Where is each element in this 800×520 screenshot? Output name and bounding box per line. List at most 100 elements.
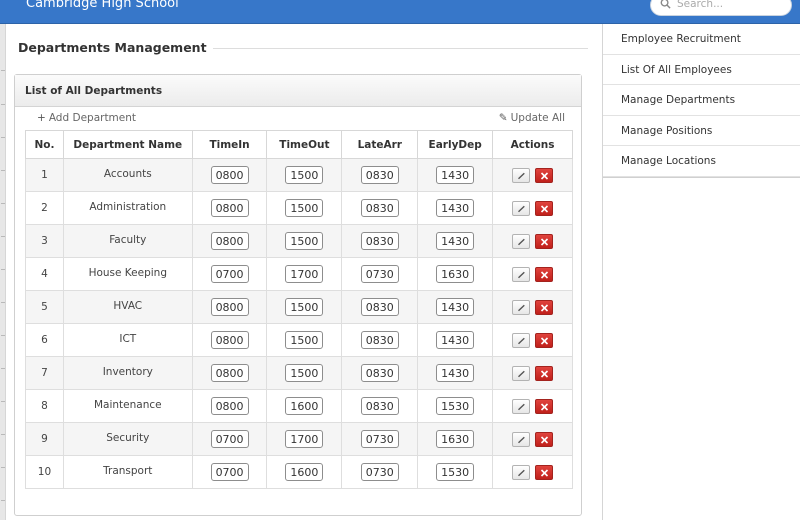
delete-button[interactable]: [535, 365, 554, 381]
pencil-icon: [517, 469, 525, 476]
column-header-timeout[interactable]: TimeOut: [266, 130, 343, 159]
earlydep-input[interactable]: [436, 430, 475, 448]
timeout-input[interactable]: [285, 331, 324, 349]
table-row: 5 HVAC: [25, 290, 573, 324]
timein-input[interactable]: [210, 298, 249, 316]
delete-button[interactable]: [535, 167, 554, 183]
table-row: 9 Security: [25, 422, 573, 456]
edit-button[interactable]: [511, 299, 530, 315]
pencil-icon: [517, 403, 525, 410]
edit-button[interactable]: [511, 266, 530, 282]
brand-title[interactable]: Cambridge High School: [26, 0, 179, 11]
table-row: 1 Accounts: [25, 158, 573, 192]
timein-cell: [191, 422, 268, 456]
timeout-input[interactable]: [285, 364, 324, 382]
latearr-input[interactable]: [360, 232, 399, 250]
delete-button[interactable]: [535, 431, 554, 447]
earlydep-input[interactable]: [436, 166, 475, 184]
timeout-input[interactable]: [285, 199, 324, 217]
delete-button[interactable]: [535, 332, 554, 348]
latearr-input[interactable]: [360, 199, 399, 217]
update-all-button[interactable]: ✎ Update All: [499, 112, 565, 124]
close-icon: [541, 270, 549, 279]
latearr-input[interactable]: [360, 331, 399, 349]
timeout-input[interactable]: [285, 232, 324, 250]
timein-input[interactable]: [210, 463, 249, 481]
sidebar-item-manage-locations[interactable]: Manage Locations: [603, 146, 800, 177]
delete-button[interactable]: [535, 200, 554, 216]
close-icon: [541, 171, 549, 180]
timeout-input[interactable]: [285, 166, 324, 184]
timein-input[interactable]: [210, 397, 249, 415]
departments-table: No. Department Name TimeIn TimeOut LateA…: [25, 130, 573, 489]
close-icon: [541, 237, 549, 246]
earlydep-input[interactable]: [436, 397, 475, 415]
timeout-input[interactable]: [285, 463, 324, 481]
timein-input[interactable]: [210, 265, 249, 283]
edit-button[interactable]: [511, 431, 530, 447]
timeout-input[interactable]: [285, 298, 324, 316]
sidebar-item-employee-recruitment[interactable]: Employee Recruitment: [603, 24, 800, 55]
edit-button[interactable]: [511, 200, 530, 216]
department-name: Inventory: [62, 356, 193, 390]
add-department-button[interactable]: + Add Department: [37, 112, 136, 124]
latearr-input[interactable]: [360, 166, 399, 184]
edit-button[interactable]: [511, 398, 530, 414]
delete-button[interactable]: [535, 398, 554, 414]
column-header-latearr[interactable]: LateArr: [341, 130, 419, 159]
earlydep-input[interactable]: [436, 364, 475, 382]
timein-input[interactable]: [210, 430, 249, 448]
table-row: 10 Transport: [25, 455, 573, 489]
sidebar-item-list-of-all-employees[interactable]: List Of All Employees: [603, 55, 800, 85]
timeout-input[interactable]: [285, 430, 324, 448]
edit-button[interactable]: [511, 233, 530, 249]
search-input[interactable]: [677, 0, 787, 13]
search-box[interactable]: [650, 0, 792, 16]
delete-button[interactable]: [535, 233, 554, 249]
latearr-cell: [341, 290, 419, 324]
pencil-icon: [517, 436, 525, 443]
latearr-input[interactable]: [360, 265, 399, 283]
column-header-earlydep[interactable]: EarlyDep: [417, 130, 494, 159]
earlydep-input[interactable]: [436, 298, 475, 316]
earlydep-input[interactable]: [436, 265, 475, 283]
earlydep-input[interactable]: [436, 331, 475, 349]
timein-cell: [191, 389, 268, 423]
top-navbar: Cambridge High School: [0, 0, 800, 24]
timeout-input[interactable]: [285, 397, 324, 415]
earlydep-input[interactable]: [436, 199, 475, 217]
timeout-cell: [266, 323, 343, 357]
latearr-input[interactable]: [360, 298, 399, 316]
timein-cell: [191, 455, 268, 489]
table-row: 8 Maintenance: [25, 389, 573, 423]
column-header-timein[interactable]: TimeIn: [191, 130, 268, 159]
delete-button[interactable]: [535, 464, 554, 480]
plus-icon: +: [37, 112, 46, 124]
pencil-icon: [517, 271, 525, 278]
timein-input[interactable]: [210, 199, 249, 217]
timein-input[interactable]: [210, 331, 249, 349]
latearr-input[interactable]: [360, 397, 399, 415]
earlydep-cell: [417, 422, 494, 456]
delete-button[interactable]: [535, 299, 554, 315]
latearr-input[interactable]: [360, 364, 399, 382]
close-icon: [541, 204, 549, 213]
timeout-input[interactable]: [285, 265, 324, 283]
timein-input[interactable]: [210, 166, 249, 184]
edit-button[interactable]: [511, 365, 530, 381]
earlydep-input[interactable]: [436, 463, 475, 481]
column-header-department-name[interactable]: Department Name: [62, 130, 193, 159]
sidebar-item-manage-positions[interactable]: Manage Positions: [603, 116, 800, 146]
latearr-input[interactable]: [360, 463, 399, 481]
latearr-input[interactable]: [360, 430, 399, 448]
timein-input[interactable]: [210, 364, 249, 382]
sidebar-item-manage-departments[interactable]: Manage Departments: [603, 85, 800, 116]
panel-toolbar: + Add Department ✎ Update All: [15, 107, 581, 129]
earlydep-input[interactable]: [436, 232, 475, 250]
edit-button[interactable]: [511, 167, 530, 183]
edit-button[interactable]: [511, 332, 530, 348]
edit-button[interactable]: [511, 464, 530, 480]
column-header-no[interactable]: No.: [25, 130, 64, 159]
delete-button[interactable]: [535, 266, 554, 282]
timein-input[interactable]: [210, 232, 249, 250]
